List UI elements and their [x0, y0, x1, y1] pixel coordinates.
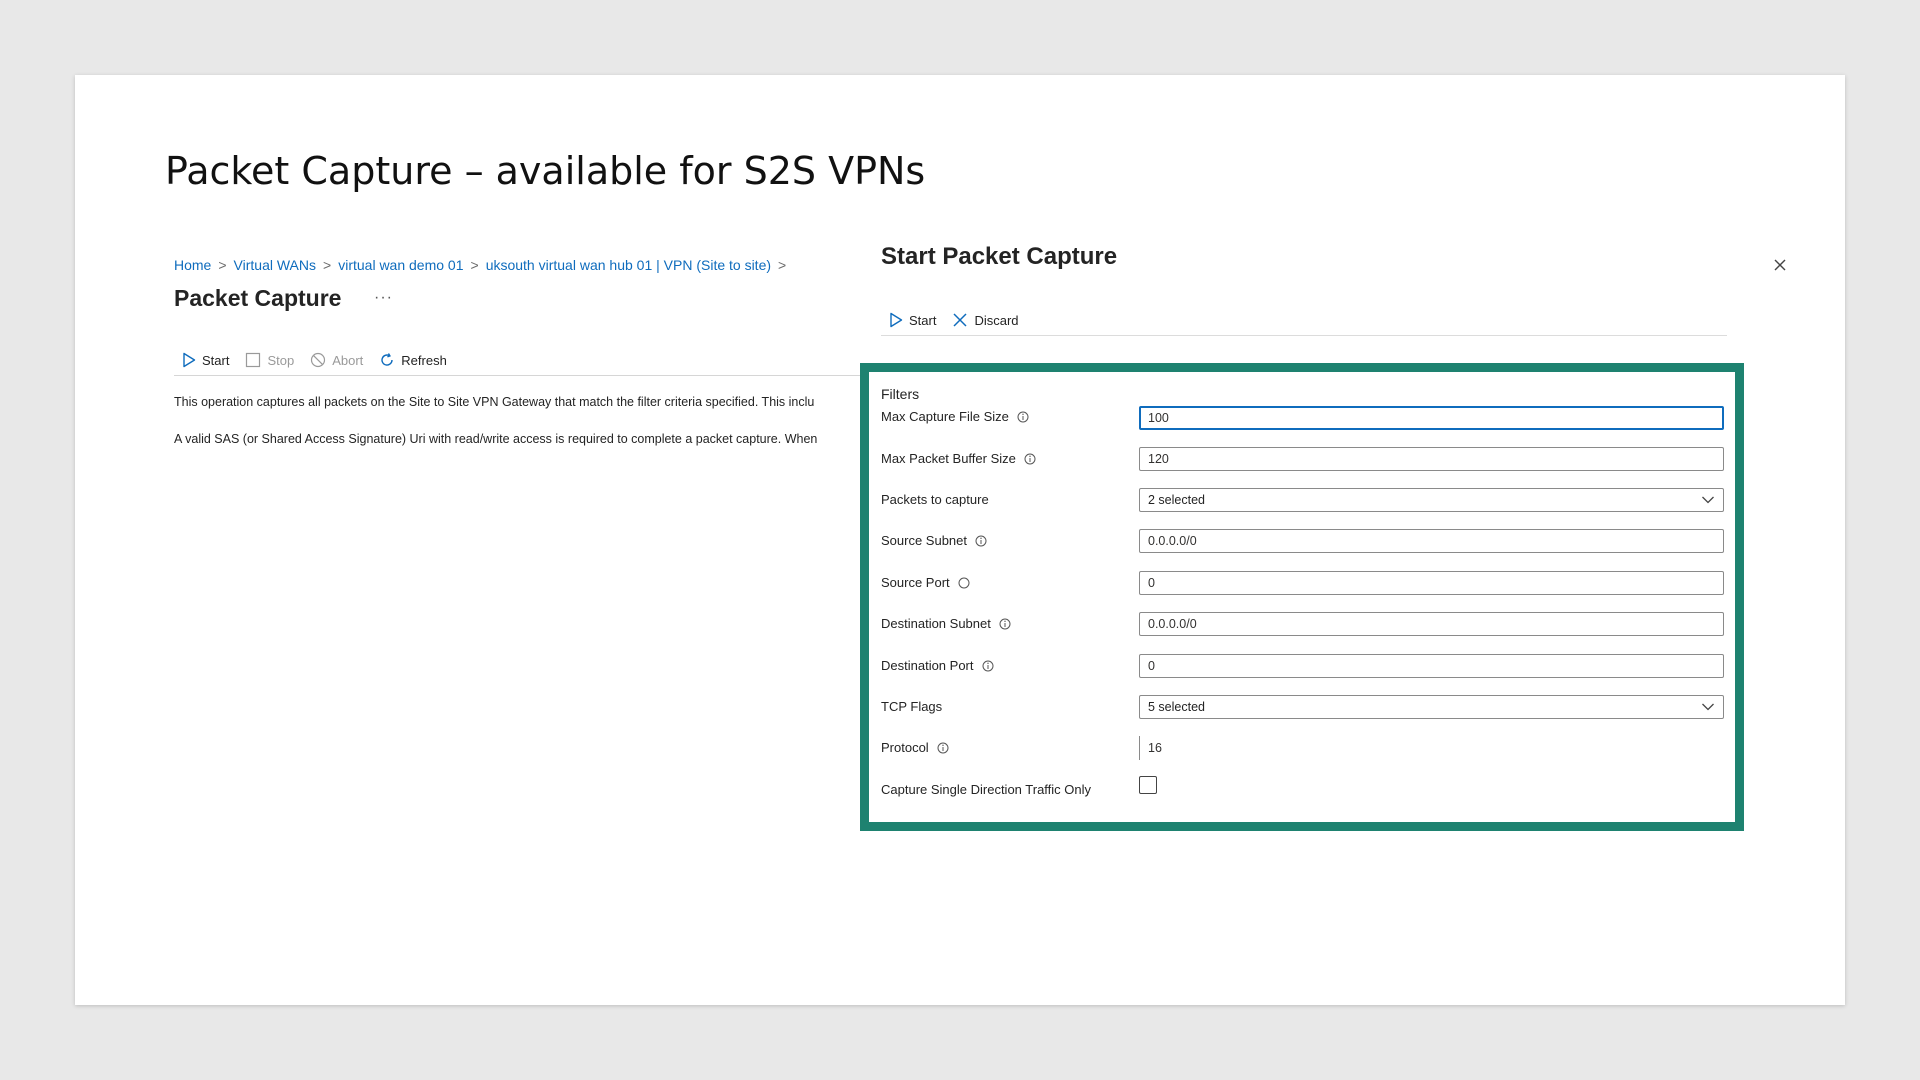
- abort-icon: [311, 352, 326, 368]
- max-packet-buffer-size-label: Max Packet Buffer Size: [881, 451, 1036, 466]
- stop-icon: [246, 352, 261, 368]
- packets-to-capture-value: 2 selected: [1148, 493, 1205, 507]
- destination-subnet-label: Destination Subnet: [881, 616, 1011, 631]
- pane-start-label: Start: [909, 312, 937, 328]
- refresh-label: Refresh: [401, 352, 447, 368]
- close-icon: [1774, 259, 1786, 271]
- refresh-icon: [381, 353, 393, 366]
- destination-subnet-input[interactable]: [1139, 612, 1724, 636]
- protocol-text: Protocol: [881, 740, 929, 755]
- breadcrumb-home[interactable]: Home: [174, 257, 211, 273]
- info-icon[interactable]: [975, 535, 987, 547]
- start-button[interactable]: Start: [182, 352, 229, 368]
- destination-port-label: Destination Port: [881, 658, 994, 673]
- packets-to-capture-label: Packets to capture: [881, 492, 989, 507]
- info-icon[interactable]: [1024, 453, 1036, 465]
- single-direction-label: Capture Single Direction Traffic Only: [881, 782, 1091, 797]
- pane-toolbar: Start Discard: [881, 305, 1727, 336]
- breadcrumb-separator: >: [470, 257, 479, 273]
- stop-label: Stop: [267, 352, 295, 368]
- info-icon[interactable]: [937, 742, 949, 754]
- single-direction-checkbox[interactable]: [1139, 776, 1157, 794]
- breadcrumb: Home > Virtual WANs > virtual wan demo 0…: [174, 255, 793, 275]
- breadcrumb-vpn-hub[interactable]: uksouth virtual wan hub 01 | VPN (Site t…: [486, 257, 771, 273]
- single-direction-text: Capture Single Direction Traffic Only: [881, 782, 1092, 797]
- breadcrumb-separator: >: [778, 257, 787, 273]
- play-icon: [183, 352, 196, 368]
- slide-title: Packet Capture – available for S2S VPNs: [165, 149, 926, 193]
- refresh-button[interactable]: Refresh: [379, 352, 447, 368]
- source-port-input[interactable]: [1139, 571, 1724, 595]
- source-port-text: Source Port: [881, 575, 950, 590]
- tcp-flags-label: TCP Flags: [881, 699, 942, 714]
- breadcrumb-separator: >: [323, 257, 332, 273]
- discard-icon: [953, 313, 967, 327]
- tcp-flags-value: 5 selected: [1148, 700, 1205, 714]
- packets-to-capture-dropdown[interactable]: 2 selected: [1139, 488, 1724, 512]
- play-icon: [890, 312, 903, 328]
- pane-start-button[interactable]: Start: [889, 312, 936, 328]
- info-icon[interactable]: [982, 660, 994, 672]
- breadcrumb-virtual-wan[interactable]: virtual wan demo 01: [338, 257, 463, 273]
- source-port-label: Source Port: [881, 575, 970, 590]
- info-icon[interactable]: [958, 577, 970, 589]
- description-capture: This operation captures all packets on t…: [174, 395, 815, 409]
- stop-button[interactable]: Stop: [245, 352, 294, 368]
- chevron-down-icon: [1702, 496, 1714, 504]
- destination-port-text: Destination Port: [881, 658, 974, 673]
- source-subnet-label: Source Subnet: [881, 533, 987, 548]
- info-icon[interactable]: [1017, 411, 1029, 423]
- tcp-flags-text: TCP Flags: [881, 699, 943, 714]
- blade-toolbar: Start Stop Abort Refresh: [174, 345, 872, 376]
- protocol-label: Protocol: [881, 740, 949, 755]
- discard-button[interactable]: Discard: [952, 312, 1019, 328]
- description-sas: A valid SAS (or Shared Access Signature)…: [174, 432, 818, 446]
- pane-title: Start Packet Capture: [881, 243, 1118, 270]
- filters-heading: Filters: [881, 386, 920, 402]
- destination-subnet-text: Destination Subnet: [881, 616, 991, 631]
- max-packet-buffer-size-text: Max Packet Buffer Size: [881, 451, 1016, 466]
- source-subnet-input[interactable]: [1139, 529, 1724, 553]
- protocol-value[interactable]: 16: [1139, 736, 1162, 760]
- breadcrumb-separator: >: [218, 257, 227, 273]
- abort-label: Abort: [332, 352, 364, 368]
- max-packet-buffer-size-input[interactable]: [1139, 447, 1724, 471]
- abort-button[interactable]: Abort: [310, 352, 363, 368]
- start-label: Start: [202, 352, 230, 368]
- max-capture-file-size-label: Max Capture File Size: [881, 409, 1029, 424]
- close-button[interactable]: [1770, 255, 1790, 275]
- slide: Packet Capture – available for S2S VPNs …: [75, 75, 1845, 1005]
- start-packet-capture-pane: Start Packet Capture Start Discard Filte…: [860, 233, 1786, 905]
- source-subnet-text: Source Subnet: [881, 533, 968, 548]
- packets-to-capture-text: Packets to capture: [881, 492, 989, 507]
- discard-label: Discard: [974, 312, 1019, 328]
- breadcrumb-virtual-wans[interactable]: Virtual WANs: [234, 257, 316, 273]
- chevron-down-icon: [1702, 703, 1714, 711]
- max-capture-file-size-text: Max Capture File Size: [881, 409, 1009, 424]
- filters-section: Filters Max Capture File Size Max Packet…: [860, 363, 1744, 831]
- max-capture-file-size-input[interactable]: [1139, 406, 1724, 430]
- tcp-flags-dropdown[interactable]: 5 selected: [1139, 695, 1724, 719]
- destination-port-input[interactable]: [1139, 654, 1724, 678]
- info-icon[interactable]: [999, 618, 1011, 630]
- blade-title: Packet Capture: [174, 285, 342, 311]
- packet-capture-blade: Home > Virtual WANs > virtual wan demo 0…: [174, 255, 872, 455]
- more-options-button[interactable]: ···: [374, 289, 393, 307]
